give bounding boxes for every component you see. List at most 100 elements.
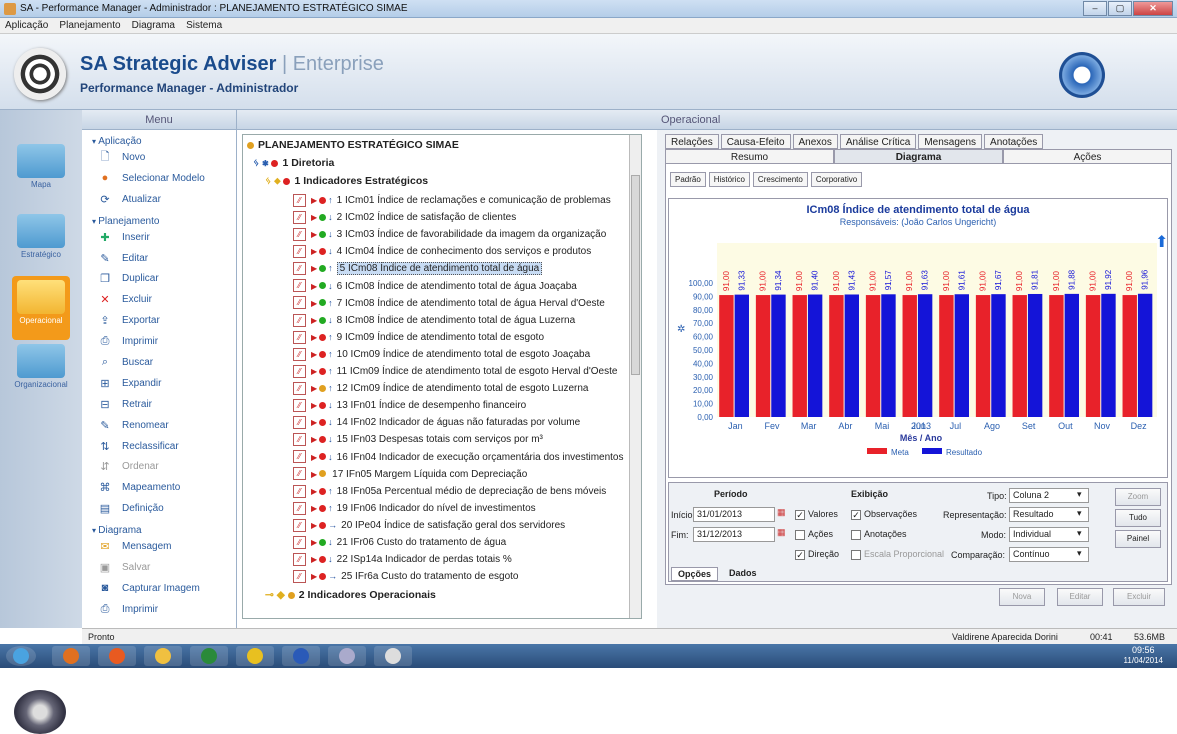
tree-scroll-thumb[interactable] [631, 175, 640, 375]
menu-retrair[interactable]: ⊟ Retrair [82, 394, 236, 415]
tab-analise-critica[interactable]: Análise Crítica [839, 134, 917, 149]
inicio-date-input[interactable]: 31/01/2013 [693, 507, 775, 522]
menu-imprimir[interactable]: ⎙ Imprimir [82, 331, 236, 352]
tree-indicator-item[interactable]: ⁄⁄ ▶ ↓ 4 ICm04 Índice de conhecimento dos s… [293, 243, 591, 260]
escala-checkbox[interactable]: Escala Proporcional [851, 549, 944, 560]
excluir-button[interactable]: Excluir [1113, 588, 1165, 606]
tudo-button[interactable]: Tudo [1115, 509, 1161, 527]
taskbar-app-7[interactable] [328, 646, 366, 666]
taskbar-firefox[interactable] [98, 646, 136, 666]
tab-dados[interactable]: Dados [723, 567, 763, 579]
menu-duplicar[interactable]: ❐ Duplicar [82, 268, 236, 289]
taskbar-app-8[interactable] [374, 646, 412, 666]
menu-mapeamento[interactable]: ⌘ Mapeamento [82, 477, 236, 498]
acoes-checkbox[interactable]: Ações [795, 529, 833, 540]
tree-diretoria[interactable]: ᛃ ✱ 1 Diretoria [253, 155, 334, 172]
tab-opcoes[interactable]: Opções [671, 567, 719, 581]
menu-novo[interactable]: 🗋 Novo [82, 147, 236, 168]
menu-salvar[interactable]: ▣ Salvar [82, 557, 236, 578]
start-button[interactable] [6, 646, 36, 666]
section-planejamento[interactable]: ▾ Planejamento [82, 210, 236, 227]
tree-indicator-item[interactable]: ⁄⁄ ▶ ↑ 10 ICm09 Índice de atendimento total… [293, 346, 590, 363]
menu-renomear[interactable]: ✎ Renomear [82, 415, 236, 436]
subtab-crescimento[interactable]: Crescimento [752, 172, 808, 187]
menu-atualizar[interactable]: ⟳ Atualizar [82, 189, 236, 210]
calendar-icon[interactable]: ▦ [777, 527, 786, 538]
taskbar-explorer[interactable] [144, 646, 182, 666]
menu-expandir[interactable]: ⊞ Expandir [82, 373, 236, 394]
tree-indicator-item[interactable]: ⁄⁄ ▶ ↑ 7 ICm08 Índice de atendimento total … [293, 295, 605, 312]
tree-scrollbar[interactable] [629, 135, 641, 618]
tree-root[interactable]: PLANEJAMENTO ESTRATÉGICO SIMAE [247, 137, 459, 154]
taskbar-word[interactable] [282, 646, 320, 666]
menu-editar[interactable]: ✎ Editar [82, 248, 236, 269]
painel-button[interactable]: Painel [1115, 530, 1161, 548]
subtab-historico[interactable]: Histórico [708, 172, 750, 187]
observacoes-checkbox[interactable]: ✓ Observações [851, 509, 917, 520]
tree-indicator-item[interactable]: ⁄⁄ ▶ ↓ 14 IFn02 Indicador de águas não fatu… [293, 414, 580, 431]
dropdown-icon[interactable]: ▾ [1077, 528, 1082, 539]
tree-indicator-item[interactable]: ⁄⁄ ▶ ↑ 19 IFn06 Indicador do nível de inves… [293, 500, 536, 517]
menu-selecionar-modelo[interactable]: ● Selecionar Modelo [82, 168, 236, 189]
maximize-button[interactable]: ▢ [1108, 1, 1132, 16]
direcao-checkbox[interactable]: ✓ Direção [795, 549, 839, 560]
tab-causa-efeito[interactable]: Causa-Efeito [720, 134, 791, 149]
tree-indicator-item[interactable]: ⁄⁄ ▶ ↓ 3 ICm03 Índice de favorabilidade da … [293, 226, 606, 243]
tree-indicator-item[interactable]: ⁄⁄ ▶ → 25 IFr6a Custo do tratamento de esgo… [293, 568, 519, 585]
subtab-padrao[interactable]: Padrão [670, 172, 706, 187]
tab-resumo[interactable]: Resumo [665, 149, 834, 164]
valores-checkbox[interactable]: ✓ Valores [795, 509, 838, 520]
menu-diagrama[interactable]: Diagrama [129, 18, 178, 33]
rail-estrategico[interactable]: Estratégico [12, 214, 70, 259]
close-button[interactable]: ✕ [1133, 1, 1173, 16]
taskbar-excel[interactable] [190, 646, 228, 666]
dropdown-icon[interactable]: ▾ [1077, 489, 1082, 500]
menu-capturar-imagem[interactable]: ◙ Capturar Imagem [82, 578, 236, 599]
tree-indicator-item[interactable]: ⁄⁄ ▶ ↓ 21 IFr06 Custo do tratamento de água [293, 534, 506, 551]
tree-indicadores-estrategicos[interactable]: ᛃ ◆ 1 Indicadores Estratégicos [265, 173, 428, 190]
tree-indicator-item[interactable]: ⁄⁄ ▶ ↑ 1 ICm01 Índice de reclamações e comu… [293, 192, 611, 209]
rail-mapa[interactable]: Mapa [12, 144, 70, 189]
menu-exportar[interactable]: ⇪ Exportar [82, 310, 236, 331]
tree-indicadores-operacionais[interactable]: ⊸ ◆ 2 Indicadores Operacionais [265, 587, 436, 604]
taskbar-app-1[interactable] [52, 646, 90, 666]
section-diagrama[interactable]: ▾ Diagrama [82, 519, 236, 536]
menu-inserir[interactable]: ✚ Inserir [82, 227, 236, 248]
menu-imprimir-diagrama[interactable]: ⎙ Imprimir [82, 599, 236, 620]
strategy-tree[interactable]: PLANEJAMENTO ESTRATÉGICO SIMAE ᛃ ✱ 1 Dir… [242, 134, 642, 619]
zoom-button[interactable]: Zoom [1115, 488, 1161, 506]
menu-planejamento[interactable]: Planejamento [56, 18, 123, 33]
tree-indicator-item[interactable]: ⁄⁄ ▶ ↑ 11 ICm09 Índice de atendimento total… [293, 363, 617, 380]
tree-indicator-item[interactable]: ⁄⁄ ▶ 17 IFn05 Margem Líquida com Depreciaç… [293, 466, 527, 483]
tab-anotacoes[interactable]: Anotações [984, 134, 1044, 149]
menu-reclassificar[interactable]: ⇅ Reclassificar [82, 436, 236, 457]
nova-button[interactable]: Nova [999, 588, 1045, 606]
tree-indicator-item[interactable]: ⁄⁄ ▶ ↑ 18 IFn05a Percentual médio de deprec… [293, 483, 606, 500]
menu-definicao[interactable]: ▤ Definição [82, 498, 236, 519]
tree-indicator-item[interactable]: ⁄⁄ ▶ → 20 IPe04 Índice de satisfação geral … [293, 517, 565, 534]
tree-indicator-item[interactable]: ⁄⁄ ▶ ↑ 12 ICm09 Índice de atendimento total… [293, 380, 589, 397]
editar-button[interactable]: Editar [1057, 588, 1103, 606]
calendar-icon[interactable]: ▦ [777, 507, 786, 518]
tree-indicator-item[interactable]: ⁄⁄ ▶ ↓ 8 ICm08 Índice de atendimento total … [293, 312, 575, 329]
tree-indicator-item[interactable]: ⁄⁄ ▶ ↑ 9 ICm09 Índice de atendimento total … [293, 329, 544, 346]
subtab-corporativo[interactable]: Corporativo [810, 172, 863, 187]
tree-indicator-item[interactable]: ⁄⁄ ▶ ↓ 6 ICm08 Índice de atendimento total … [293, 278, 577, 295]
rail-operacional[interactable]: Operacional [12, 276, 70, 340]
fim-date-input[interactable]: 31/12/2013 [693, 527, 775, 542]
tree-indicator-item[interactable]: ⁄⁄ ▶ ↓ 22 ISp14a Indicador de perdas totais… [293, 551, 512, 568]
tree-indicator-item[interactable]: ⁄⁄ ▶ ↑ 5 ICm08 Índice de atendimento total … [293, 260, 543, 277]
menu-ordenar[interactable]: ⇵ Ordenar [82, 456, 236, 477]
tab-mensagens[interactable]: Mensagens [918, 134, 983, 149]
menu-sistema[interactable]: Sistema [183, 18, 225, 33]
taskbar-chrome[interactable] [236, 646, 274, 666]
dropdown-icon[interactable]: ▾ [1077, 508, 1082, 519]
tree-indicator-item[interactable]: ⁄⁄ ▶ ↓ 16 IFn04 Indicador de execução orçam… [293, 449, 624, 466]
anotacoes-checkbox[interactable]: Anotações [851, 529, 907, 540]
tab-anexos[interactable]: Anexos [792, 134, 838, 149]
menu-mensagem[interactable]: ✉ Mensagem [82, 536, 236, 557]
tree-indicator-item[interactable]: ⁄⁄ ▶ ↓ 2 ICm02 Índice de satisfação de clie… [293, 209, 516, 226]
dropdown-icon[interactable]: ▾ [1077, 548, 1082, 559]
tab-acoes[interactable]: Ações [1003, 149, 1172, 164]
tab-diagrama[interactable]: Diagrama [834, 149, 1003, 164]
